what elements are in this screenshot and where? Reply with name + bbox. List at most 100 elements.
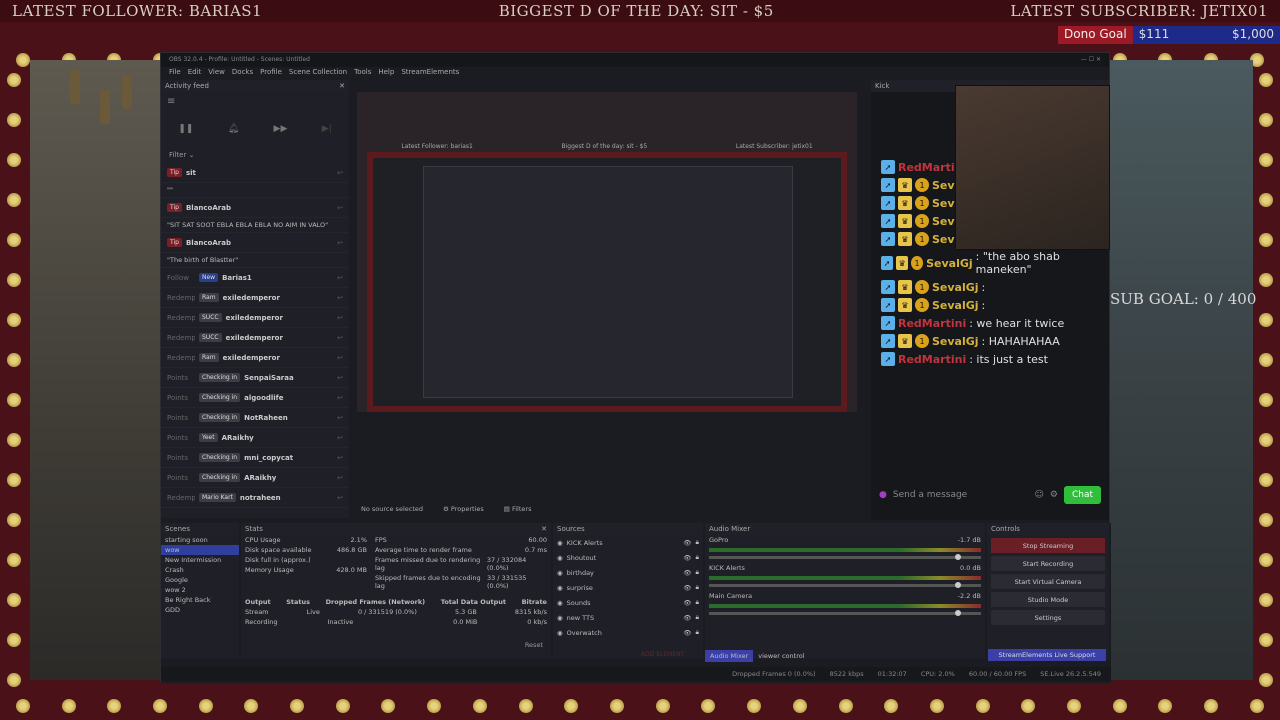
reset-button[interactable]: Reset <box>525 641 543 649</box>
control-button[interactable]: Stop Streaming <box>991 538 1105 553</box>
preview-biggest: Biggest D of the day: sit - $5 <box>561 143 648 150</box>
menu-item[interactable]: Scene Collection <box>289 68 347 78</box>
eye-icon[interactable]: 👁︎ <box>683 569 691 577</box>
chat-button[interactable]: Chat <box>1063 486 1101 504</box>
reply-icon[interactable]: ↩ <box>337 414 343 422</box>
close-icon[interactable]: ✕ <box>541 525 547 533</box>
reply-icon[interactable]: ↩ <box>337 274 343 282</box>
scene-item[interactable]: New Intermission <box>161 555 239 565</box>
channel-name: GoPro <box>709 536 729 544</box>
lock-icon[interactable]: 🔒︎ <box>696 583 699 592</box>
reply-icon[interactable]: ↩ <box>337 454 343 462</box>
reply-icon[interactable]: ↩ <box>337 169 343 177</box>
skip-end-icon[interactable]: ▶| <box>322 124 332 134</box>
scene-item[interactable]: GDD <box>161 605 239 615</box>
scene-item[interactable]: Google <box>161 575 239 585</box>
status-fps: 60.00 / 60.00 FPS <box>968 670 1027 678</box>
reply-icon[interactable]: ↩ <box>337 294 343 302</box>
properties-button[interactable]: ⚙ Properties <box>443 505 484 513</box>
eye-icon[interactable]: 👁︎ <box>683 539 691 547</box>
chat-username[interactable]: SevalGj <box>926 257 973 270</box>
source-item[interactable]: ◉ KICK Alerts 👁︎ 🔒︎ <box>553 535 703 550</box>
lock-icon[interactable]: 🔒︎ <box>696 598 699 607</box>
eye-icon[interactable]: 👁︎ <box>683 614 691 622</box>
volume-slider[interactable] <box>709 610 981 616</box>
chat-username[interactable]: RedMartini <box>898 353 966 366</box>
add-element-button[interactable]: ADD ELEMENT <box>641 651 684 658</box>
chat-input[interactable]: Send a message <box>893 490 1029 500</box>
mic-icon[interactable]: ● <box>879 490 887 500</box>
slider-handle[interactable] <box>955 582 961 588</box>
lock-icon[interactable]: 🔒︎ <box>696 553 699 562</box>
scene-item[interactable]: wow <box>161 545 239 555</box>
lock-icon[interactable]: 🔒︎ <box>696 538 699 547</box>
reply-icon[interactable]: ↩ <box>337 394 343 402</box>
tip-badge: Tip <box>167 203 182 212</box>
menu-item[interactable]: Tools <box>354 68 371 78</box>
event-tag: New <box>199 273 219 282</box>
bell-icon[interactable]: 🔔︎ <box>228 124 239 134</box>
slider-handle[interactable] <box>955 610 961 616</box>
source-item[interactable]: ◉ surprise 👁︎ 🔒︎ <box>553 580 703 595</box>
chat-username[interactable]: SevalGj <box>932 281 979 294</box>
reply-icon[interactable]: ↩ <box>337 434 343 442</box>
mixer-tab[interactable]: Audio Mixer <box>705 650 754 662</box>
volume-slider[interactable] <box>709 554 981 560</box>
eye-icon[interactable]: 👁︎ <box>683 554 691 562</box>
reply-icon[interactable]: ↩ <box>337 374 343 382</box>
menu-item[interactable]: Docks <box>232 68 253 78</box>
reply-icon[interactable]: ↩ <box>337 474 343 482</box>
slider-handle[interactable] <box>955 554 961 560</box>
settings-icon[interactable]: ⚙ <box>1050 490 1058 500</box>
menu-icon[interactable]: ≡ <box>161 92 349 111</box>
window-controls[interactable]: — ☐ ✕ <box>1081 56 1101 64</box>
control-button[interactable]: Start Recording <box>991 556 1105 571</box>
reply-icon[interactable]: ↩ <box>337 494 343 502</box>
menu-item[interactable]: Help <box>378 68 394 78</box>
source-item[interactable]: ◉ birthday 👁︎ 🔒︎ <box>553 565 703 580</box>
eye-icon[interactable]: 👁︎ <box>683 584 691 592</box>
bulb-icon <box>335 699 350 713</box>
verified-badge-icon: ➚ <box>881 214 895 228</box>
chat-username[interactable]: SevalGj <box>932 335 979 348</box>
filter-dropdown[interactable]: Filter ⌄ <box>161 147 349 163</box>
menu-item[interactable]: Edit <box>188 68 202 78</box>
preview-canvas[interactable] <box>357 92 857 412</box>
reply-icon[interactable]: ↩ <box>337 354 343 362</box>
filters-button[interactable]: ▤ Filters <box>504 505 532 513</box>
source-item[interactable]: ◉ Shoutout 👁︎ 🔒︎ <box>553 550 703 565</box>
menu-item[interactable]: File <box>169 68 181 78</box>
lock-icon[interactable]: 🔒︎ <box>696 613 699 622</box>
scene-item[interactable]: starting soon <box>161 535 239 545</box>
reply-icon[interactable]: ↩ <box>337 204 343 212</box>
scene-item[interactable]: wow 2 <box>161 585 239 595</box>
volume-slider[interactable] <box>709 582 981 588</box>
reply-icon[interactable]: ↩ <box>337 334 343 342</box>
eye-icon[interactable]: 👁︎ <box>683 599 691 607</box>
source-item[interactable]: ◉ Overwatch 👁︎ 🔒︎ <box>553 625 703 640</box>
chat-username[interactable]: SevalGj <box>932 299 979 312</box>
reply-icon[interactable]: ↩ <box>337 239 343 247</box>
source-item[interactable]: ◉ Sounds 👁︎ 🔒︎ <box>553 595 703 610</box>
menu-item[interactable]: Profile <box>260 68 282 78</box>
menu-item[interactable]: StreamElements <box>401 68 459 78</box>
control-button[interactable]: Start Virtual Camera <box>991 574 1105 589</box>
control-button[interactable]: Settings <box>991 610 1105 625</box>
eye-icon[interactable]: 👁︎ <box>683 629 691 637</box>
mixer-tab[interactable]: viewer control <box>753 650 809 662</box>
close-icon[interactable]: ✕ <box>339 82 345 90</box>
se-support-button[interactable]: StreamElements Live Support <box>988 649 1106 661</box>
lock-icon[interactable]: 🔒︎ <box>696 568 699 577</box>
pause-icon[interactable]: ❚❚ <box>178 124 193 134</box>
source-item[interactable]: ◉ new TTS 👁︎ 🔒︎ <box>553 610 703 625</box>
skip-icon[interactable]: ▶▶ <box>274 124 288 134</box>
scene-item[interactable]: Be Right Back <box>161 595 239 605</box>
menu-item[interactable]: View <box>208 68 225 78</box>
scene-item[interactable]: Crash <box>161 565 239 575</box>
lock-icon[interactable]: 🔒︎ <box>696 628 699 637</box>
stat-row: Frames missed due to rendering lag 37 / 3… <box>371 555 551 573</box>
reply-icon[interactable]: ↩ <box>337 314 343 322</box>
chat-username[interactable]: RedMartini <box>898 317 966 330</box>
emoji-icon[interactable]: ☺ <box>1034 490 1043 500</box>
control-button[interactable]: Studio Mode <box>991 592 1105 607</box>
